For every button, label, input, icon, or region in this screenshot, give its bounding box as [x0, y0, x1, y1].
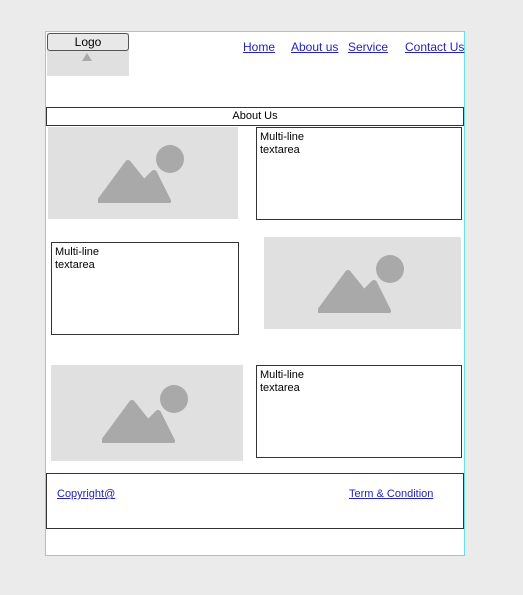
about-us-bar: About Us: [46, 107, 464, 126]
nav-link-contact-us[interactable]: Contact Us: [405, 40, 464, 54]
copyright-link[interactable]: Copyright@: [57, 488, 115, 500]
terms-link[interactable]: Term & Condition: [349, 488, 433, 500]
logo-button[interactable]: Logo: [47, 33, 129, 51]
nav-link-about-us[interactable]: About us: [291, 40, 338, 54]
page-frame: Logo Home About us Service Contact Us Ab…: [45, 31, 465, 556]
image-placeholder: [51, 365, 243, 461]
image-placeholder: [48, 127, 238, 219]
nav-link-service[interactable]: Service: [348, 40, 388, 54]
nav-link-home[interactable]: Home: [243, 40, 275, 54]
textarea[interactable]: Multi-line textarea: [256, 127, 462, 220]
image-placeholder-icon: [102, 385, 188, 443]
textarea[interactable]: Multi-line textarea: [256, 365, 462, 458]
textarea[interactable]: Multi-line textarea: [51, 242, 239, 335]
image-placeholder-icon: [317, 255, 404, 313]
logo-image-icon: [82, 53, 92, 61]
image-placeholder-icon: [98, 145, 184, 203]
image-placeholder: [264, 237, 461, 329]
footer: Copyright@ Term & Condition: [46, 473, 464, 529]
